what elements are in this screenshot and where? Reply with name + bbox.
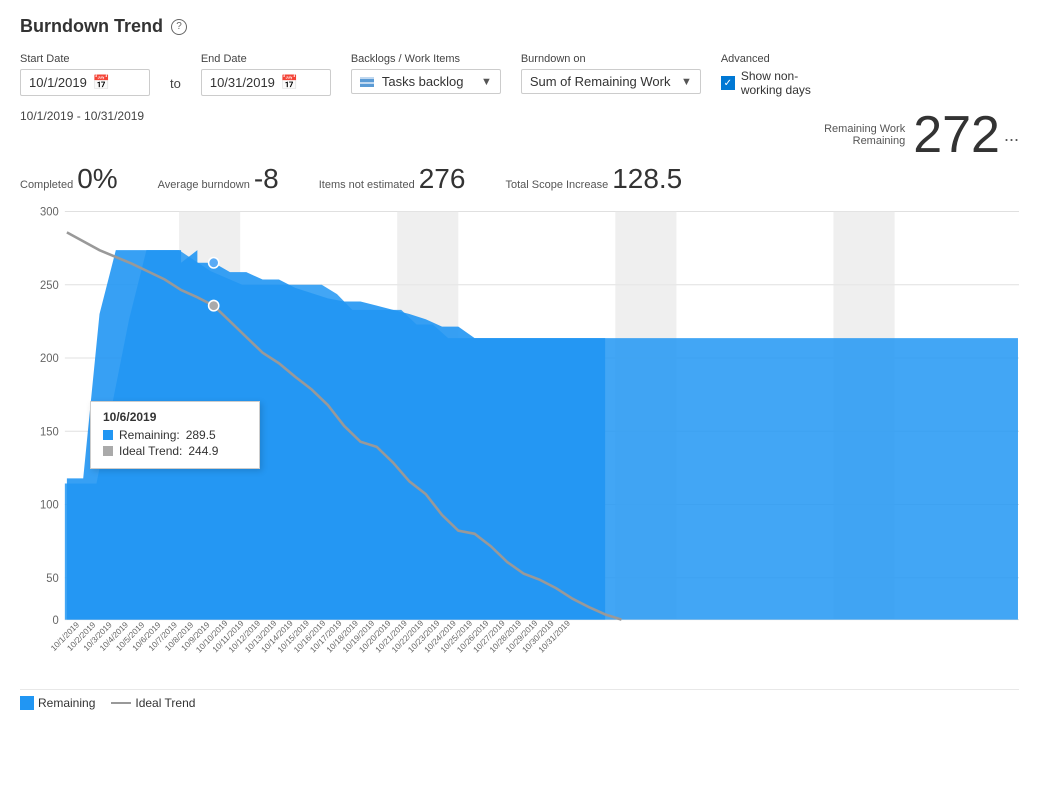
start-date-input[interactable]: 10/1/2019 📅: [20, 69, 150, 96]
avg-burndown-label: Average burndown: [158, 179, 250, 191]
backlogs-label: Backlogs / Work Items: [351, 53, 501, 65]
backlog-icon: [360, 77, 374, 87]
svg-text:300: 300: [40, 207, 59, 219]
chart-svg: 300 250 200 150 100 50 0: [20, 201, 1019, 651]
show-nonworking-checkbox[interactable]: [721, 76, 735, 90]
legend-ideal-line: [111, 702, 131, 704]
end-date-label: End Date: [201, 53, 331, 65]
svg-text:150: 150: [40, 426, 59, 438]
legend-ideal-label: Ideal Trend: [135, 696, 195, 710]
items-label: Items not estimated: [319, 179, 415, 191]
help-icon[interactable]: ?: [171, 19, 187, 35]
to-label: to: [170, 76, 181, 97]
completed-value: 0%: [77, 165, 117, 193]
more-button[interactable]: ...: [1004, 125, 1019, 146]
legend-remaining-swatch: [20, 696, 34, 710]
svg-text:50: 50: [46, 573, 58, 585]
remaining-value: 272: [913, 109, 1000, 161]
show-nonworking-label: Show non-working days: [741, 69, 811, 97]
legend-remaining-label: Remaining: [38, 696, 95, 710]
backlogs-dropdown[interactable]: Tasks backlog ▼: [351, 69, 501, 94]
burndown-label: Burndown on: [521, 53, 701, 65]
remaining-work-label: Remaining Work: [824, 123, 905, 135]
page-title: Burndown Trend: [20, 16, 163, 37]
advanced-label: Advanced: [721, 53, 811, 65]
svg-text:250: 250: [40, 280, 59, 292]
svg-text:200: 200: [40, 353, 59, 365]
calendar-icon: 📅: [93, 74, 141, 91]
start-date-label: Start Date: [20, 53, 150, 65]
scope-value: 128.5: [612, 165, 682, 193]
items-value: 276: [419, 165, 466, 193]
svg-text:0: 0: [52, 615, 58, 627]
chevron-down-icon: ▼: [481, 76, 492, 88]
remaining-sublabel: Remaining: [853, 135, 906, 147]
calendar-icon-end: 📅: [281, 74, 322, 91]
chart-legend: Remaining Ideal Trend: [20, 689, 1019, 710]
end-date-input[interactable]: 10/31/2019 📅: [201, 69, 331, 96]
burndown-dropdown[interactable]: Sum of Remaining Work ▼: [521, 69, 701, 94]
completed-label: Completed: [20, 179, 73, 191]
avg-burndown-value: -8: [254, 165, 279, 193]
svg-text:100: 100: [40, 500, 59, 512]
scope-label: Total Scope Increase: [505, 179, 608, 191]
chevron-down-icon-burndown: ▼: [681, 76, 692, 88]
chart-area: 300 250 200 150 100 50 0: [20, 201, 1019, 681]
date-range: 10/1/2019 - 10/31/2019: [20, 109, 144, 123]
